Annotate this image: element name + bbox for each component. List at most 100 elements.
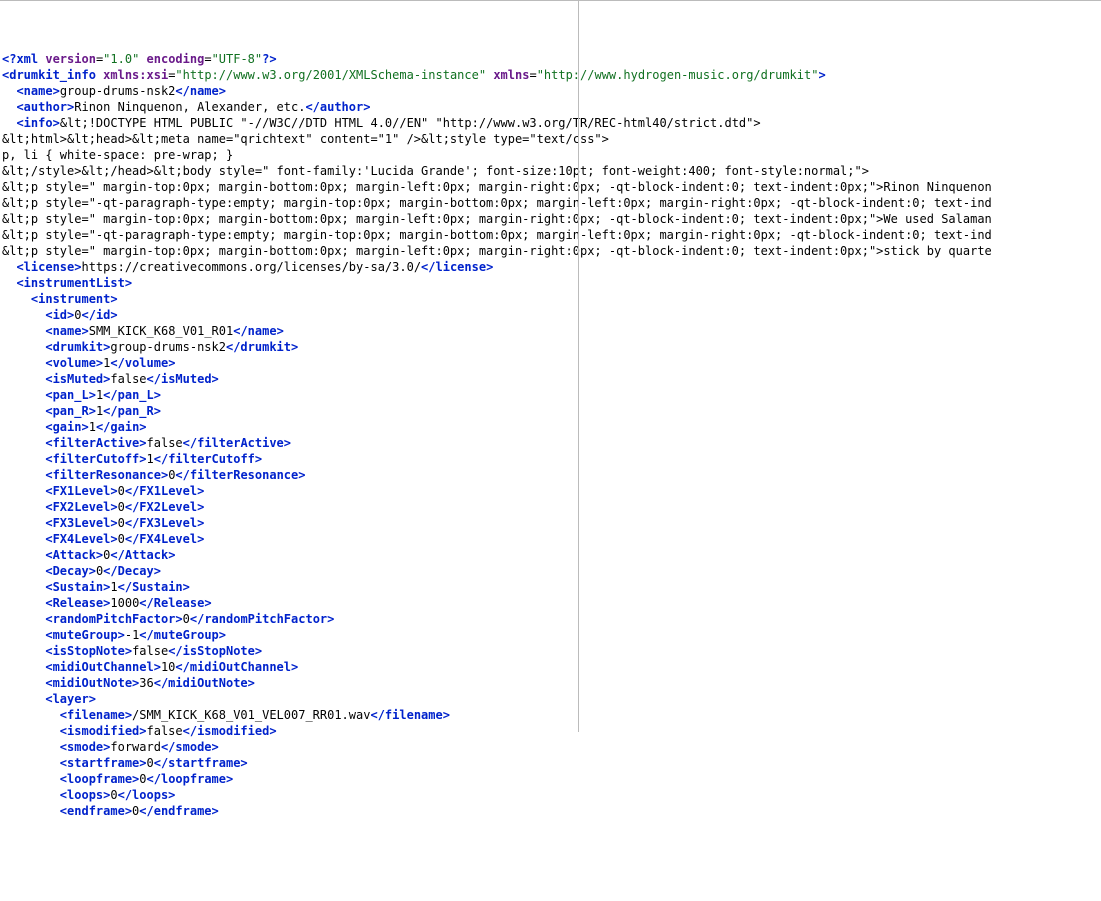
token-tag: </filterResonance> xyxy=(175,468,305,482)
code-line: <midiOutChannel>10</midiOutChannel> xyxy=(2,659,1099,675)
token-txt: 0 xyxy=(118,532,125,546)
token-tag: </randomPitchFactor> xyxy=(190,612,335,626)
code-line: &lt;p style=" margin-top:0px; margin-bot… xyxy=(2,179,1099,195)
token-tag: </midiOutNote> xyxy=(154,676,255,690)
code-line: <Release>1000</Release> xyxy=(2,595,1099,611)
code-line: <Decay>0</Decay> xyxy=(2,563,1099,579)
token-tag: <isStopNote> xyxy=(45,644,132,658)
token-txt xyxy=(2,100,16,114)
code-line: <startframe>0</startframe> xyxy=(2,755,1099,771)
token-tag: <filterCutoff> xyxy=(45,452,146,466)
token-tag: </muteGroup> xyxy=(139,628,226,642)
token-tag: <instrumentList> xyxy=(16,276,132,290)
token-txt: https://creativecommons.org/licenses/by-… xyxy=(81,260,421,274)
code-line: <author>Rinon Ninquenon, Alexander, etc.… xyxy=(2,99,1099,115)
code-line: p, li { white-space: pre-wrap; } xyxy=(2,147,1099,163)
token-txt xyxy=(2,580,45,594)
token-txt: = xyxy=(529,68,536,82)
token-tag: </FX2Level> xyxy=(125,500,204,514)
token-txt xyxy=(2,340,45,354)
token-txt xyxy=(2,484,45,498)
token-txt xyxy=(2,276,16,290)
token-txt: 0 xyxy=(132,804,139,818)
token-str: "http://www.w3.org/2001/XMLSchema-instan… xyxy=(175,68,486,82)
token-txt: p, li { white-space: pre-wrap; } xyxy=(2,148,233,162)
token-txt xyxy=(2,756,60,770)
token-txt xyxy=(2,692,45,706)
token-txt xyxy=(2,372,45,386)
token-txt: 1 xyxy=(89,420,96,434)
token-txt xyxy=(2,804,60,818)
token-txt xyxy=(2,564,45,578)
token-txt xyxy=(2,292,31,306)
token-txt: 1 xyxy=(110,580,117,594)
code-line: <license>https://creativecommons.org/lic… xyxy=(2,259,1099,275)
token-txt: 0 xyxy=(118,516,125,530)
code-line: <filterCutoff>1</filterCutoff> xyxy=(2,451,1099,467)
token-tag: <muteGroup> xyxy=(45,628,124,642)
code-line: <pan_R>1</pan_R> xyxy=(2,403,1099,419)
code-line: &lt;p style="-qt-paragraph-type:empty; m… xyxy=(2,227,1099,243)
token-txt: 1 xyxy=(147,452,154,466)
code-line: &lt;p style=" margin-top:0px; margin-bot… xyxy=(2,211,1099,227)
token-tag: <FX2Level> xyxy=(45,500,117,514)
token-tag: <Sustain> xyxy=(45,580,110,594)
code-line: <smode>forward</smode> xyxy=(2,739,1099,755)
token-tag: <Attack> xyxy=(45,548,103,562)
token-tag: </volume> xyxy=(110,356,175,370)
token-tag: <filterResonance> xyxy=(45,468,168,482)
token-txt: 0 xyxy=(74,308,81,322)
token-txt xyxy=(2,116,16,130)
code-line: <filename>/SMM_KICK_K68_V01_VEL007_RR01.… xyxy=(2,707,1099,723)
code-line: <isStopNote>false</isStopNote> xyxy=(2,643,1099,659)
token-attr: encoding xyxy=(147,52,205,66)
token-txt xyxy=(2,772,60,786)
token-tag: <layer> xyxy=(45,692,96,706)
token-txt: &lt;p style="-qt-paragraph-type:empty; m… xyxy=(2,228,992,242)
token-txt xyxy=(2,500,45,514)
token-tag: </gain> xyxy=(96,420,147,434)
token-txt xyxy=(2,708,60,722)
token-attr: xmlns xyxy=(493,68,529,82)
token-tag: </Sustain> xyxy=(118,580,190,594)
token-txt: &lt;html>&lt;head>&lt;meta name="qrichte… xyxy=(2,132,609,146)
token-tag: <FX1Level> xyxy=(45,484,117,498)
token-txt xyxy=(2,452,45,466)
token-txt xyxy=(2,324,45,338)
code-line: <drumkit_info xmlns:xsi="http://www.w3.o… xyxy=(2,67,1099,83)
token-tag: </filename> xyxy=(370,708,449,722)
code-line: &lt;html>&lt;head>&lt;meta name="qrichte… xyxy=(2,131,1099,147)
code-line: <midiOutNote>36</midiOutNote> xyxy=(2,675,1099,691)
code-line: <isMuted>false</isMuted> xyxy=(2,371,1099,387)
token-tag: <Decay> xyxy=(45,564,96,578)
code-line: <ismodified>false</ismodified> xyxy=(2,723,1099,739)
token-txt xyxy=(2,644,45,658)
token-txt xyxy=(2,740,60,754)
token-txt xyxy=(2,388,45,402)
token-txt xyxy=(2,260,16,274)
token-tag: </Decay> xyxy=(103,564,161,578)
token-txt xyxy=(2,84,16,98)
xml-source-view[interactable]: <?xml version="1.0" encoding="UTF-8"?><d… xyxy=(2,51,1099,819)
token-tag: <license> xyxy=(16,260,81,274)
code-line: &lt;p style="-qt-paragraph-type:empty; m… xyxy=(2,195,1099,211)
token-txt: &lt;/style>&lt;/head>&lt;body style=" fo… xyxy=(2,164,869,178)
token-tag: </isMuted> xyxy=(147,372,219,386)
token-tag: </Attack> xyxy=(110,548,175,562)
token-txt xyxy=(2,724,60,738)
code-line: &lt;/style>&lt;/head>&lt;body style=" fo… xyxy=(2,163,1099,179)
token-tag: </Release> xyxy=(139,596,211,610)
token-str: "http://www.hydrogen-music.org/drumkit" xyxy=(537,68,819,82)
token-tag: <Release> xyxy=(45,596,110,610)
token-txt: &lt;!DOCTYPE HTML PUBLIC "-//W3C//DTD HT… xyxy=(60,116,761,130)
token-tag: <drumkit> xyxy=(45,340,110,354)
code-line: <layer> xyxy=(2,691,1099,707)
token-txt: group-drums-nsk2 xyxy=(110,340,226,354)
token-tag: </midiOutChannel> xyxy=(175,660,298,674)
token-txt: false xyxy=(110,372,146,386)
token-str: "UTF-8" xyxy=(212,52,263,66)
code-line: <?xml version="1.0" encoding="UTF-8"?> xyxy=(2,51,1099,67)
code-line: <filterResonance>0</filterResonance> xyxy=(2,467,1099,483)
code-line: <FX2Level>0</FX2Level> xyxy=(2,499,1099,515)
token-txt xyxy=(2,436,45,450)
